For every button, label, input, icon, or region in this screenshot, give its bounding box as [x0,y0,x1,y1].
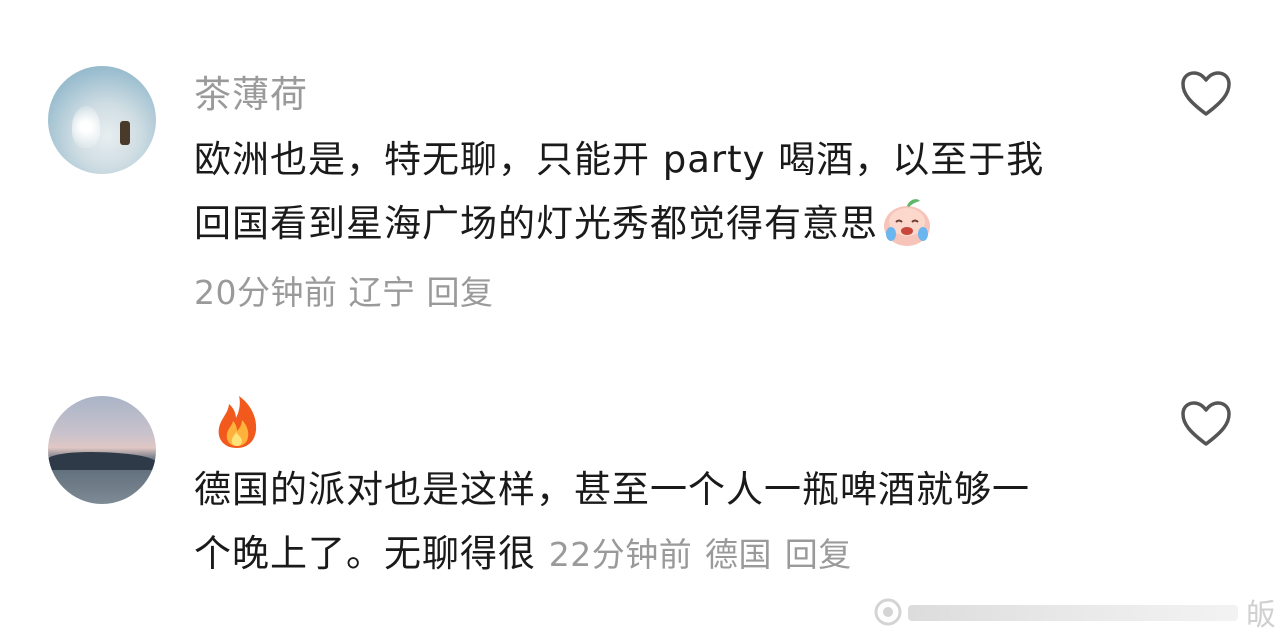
like-heart-icon[interactable] [1180,70,1232,118]
avatar[interactable] [48,66,156,174]
username[interactable]: 茶薄荷 [194,70,308,120]
comment-location: 辽宁 [348,273,416,312]
comment-text: 德国的派对也是这样，甚至一个人一瓶啤酒就够一 个晚上了。无聊得很 22分钟前 德… [194,458,1124,587]
fire-icon[interactable] [214,394,260,450]
avatar-splash [72,106,100,148]
like-heart-icon[interactable] [1180,400,1232,448]
reply-button[interactable]: 回复 [785,535,852,574]
comment-time: 20分钟前 [194,273,338,312]
comment-text-line: 欧洲也是，特无聊，只能开 party 喝酒，以至于我 [194,138,1045,181]
comment-text-line: 德国的派对也是这样，甚至一个人一瓶啤酒就够一 [194,468,1030,511]
comment-text: 欧洲也是，特无聊，只能开 party 喝酒，以至于我 回国看到星海广场的灯光秀都… [194,128,1124,256]
laughing-crying-peach-icon [884,199,930,246]
comment-meta: 20分钟前 辽宁 回复 [194,268,494,318]
watermark-text: 皈 [1246,598,1276,633]
avatar[interactable] [48,396,156,504]
avatar-figure [120,121,130,145]
reply-button[interactable]: 回复 [427,273,494,312]
comment-location: 德国 [705,535,773,574]
comment-time: 22分钟前 [548,535,693,574]
avatar-hills [48,452,156,470]
comment-text-line-content: 个晚上了。无聊得很 [194,532,536,575]
comment-text-line: 个晚上了。无聊得很 22分钟前 德国 回复 [194,522,1124,587]
watermark-logo [874,598,1238,626]
comment-text-line-content: 回国看到星海广场的灯光秀都觉得有意思 [194,202,878,245]
comment-text-line: 回国看到星海广场的灯光秀都觉得有意思 [194,192,1124,256]
